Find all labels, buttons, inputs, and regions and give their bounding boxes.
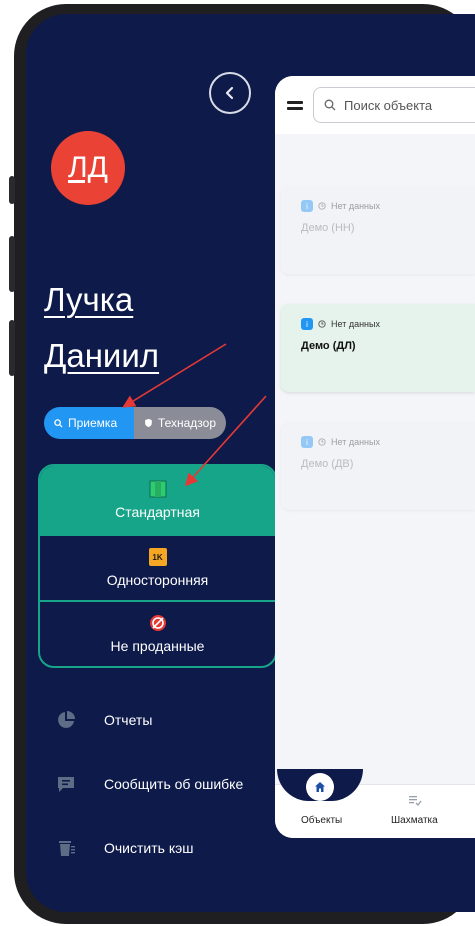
mode-supervision-button[interactable]: Технадзор (134, 407, 226, 439)
drawer-screen: ЛД Лучка Даниил Приемка Технадзор Станда… (26, 14, 475, 912)
category-standard-label: Стандартная (115, 504, 200, 520)
category-standard[interactable]: Стандартная (40, 466, 275, 534)
shield-icon (145, 418, 152, 428)
clock-icon (318, 438, 326, 446)
phone-side-button (9, 176, 15, 204)
search-icon (54, 418, 63, 428)
object-name: Демо (НН) (301, 222, 355, 234)
object-status: i Нет данных (301, 200, 475, 212)
home-icon (315, 782, 325, 792)
chevron-left-icon (225, 86, 234, 100)
1k-badge-icon: 1K (148, 548, 167, 566)
info-badge-icon: i (301, 318, 313, 330)
object-name: Демо (ДЛ) (301, 340, 356, 352)
green-square-icon (149, 480, 167, 498)
hamburger-menu-icon[interactable] (287, 100, 303, 110)
mode-supervision-label: Технадзор (157, 416, 216, 430)
clock-icon (318, 202, 326, 210)
mode-acceptance-button[interactable]: Приемка (44, 407, 134, 439)
clock-icon (318, 320, 326, 328)
menu-item-report-error-label: Сообщить об ошибке (104, 776, 244, 792)
info-badge-icon: i (301, 436, 313, 448)
object-status-text: Нет данных (331, 201, 380, 211)
object-status: i Нет данных (301, 436, 475, 448)
search-icon (324, 99, 336, 111)
trash-icon (59, 841, 75, 856)
search-placeholder: Поиск объекта (344, 97, 433, 113)
category-one-sided[interactable]: 1K Односторонняя (40, 534, 275, 600)
feedback-icon (58, 777, 74, 792)
menu-item-clear-cache[interactable]: Очистить кэш (56, 838, 194, 858)
mode-acceptance-label: Приемка (68, 416, 118, 430)
object-status-text: Нет данных (331, 319, 380, 329)
objects-panel: Поиск объекта i Нет данных Демо (НН) i Н… (275, 76, 475, 838)
1k-badge-text: 1K (152, 552, 163, 562)
menu-item-reports-label: Отчеты (104, 712, 153, 728)
avatar-initials: ЛД (67, 151, 108, 184)
no-sale-icon (149, 614, 167, 632)
panel-header: Поиск объекта (275, 76, 475, 134)
category-one-sided-label: Односторонняя (106, 572, 209, 588)
board-icon[interactable] (408, 793, 422, 807)
phone-volume-down (9, 320, 15, 376)
category-unsold[interactable]: Не проданные (40, 600, 275, 666)
pie-chart-icon (58, 711, 75, 728)
user-first-name: Лучка (44, 281, 134, 318)
nav-board-label[interactable]: Шахматка (391, 815, 438, 826)
info-badge-icon: i (301, 200, 313, 212)
object-status: i Нет данных (301, 318, 475, 330)
category-unsold-label: Не проданные (110, 638, 205, 654)
object-card-nn[interactable]: i Нет данных Демо (НН) (281, 186, 475, 274)
nav-objects-label[interactable]: Объекты (301, 815, 342, 826)
bottom-nav: Объекты Шахматка (275, 769, 475, 838)
menu-item-report-error[interactable]: Сообщить об ошибке (56, 774, 243, 794)
user-last-name: Даниил (44, 337, 160, 374)
avatar[interactable]: ЛД (51, 131, 125, 205)
mode-toggle: Приемка Технадзор (44, 407, 226, 439)
back-button[interactable] (209, 72, 251, 114)
category-selector: Стандартная 1K Односторонняя Не проданны… (38, 464, 277, 668)
nav-objects-button[interactable] (306, 773, 334, 801)
menu-item-reports[interactable]: Отчеты (56, 710, 152, 730)
user-name: Лучка Даниил (44, 272, 159, 384)
object-card-dl[interactable]: i Нет данных Демо (ДЛ) (281, 304, 475, 392)
object-name: Демо (ДВ) (301, 458, 354, 470)
object-status-text: Нет данных (331, 437, 380, 447)
object-card-dv[interactable]: i Нет данных Демо (ДВ) (281, 422, 475, 510)
menu-item-clear-cache-label: Очистить кэш (104, 840, 194, 856)
search-input[interactable]: Поиск объекта (313, 87, 475, 123)
phone-volume-up (9, 236, 15, 292)
